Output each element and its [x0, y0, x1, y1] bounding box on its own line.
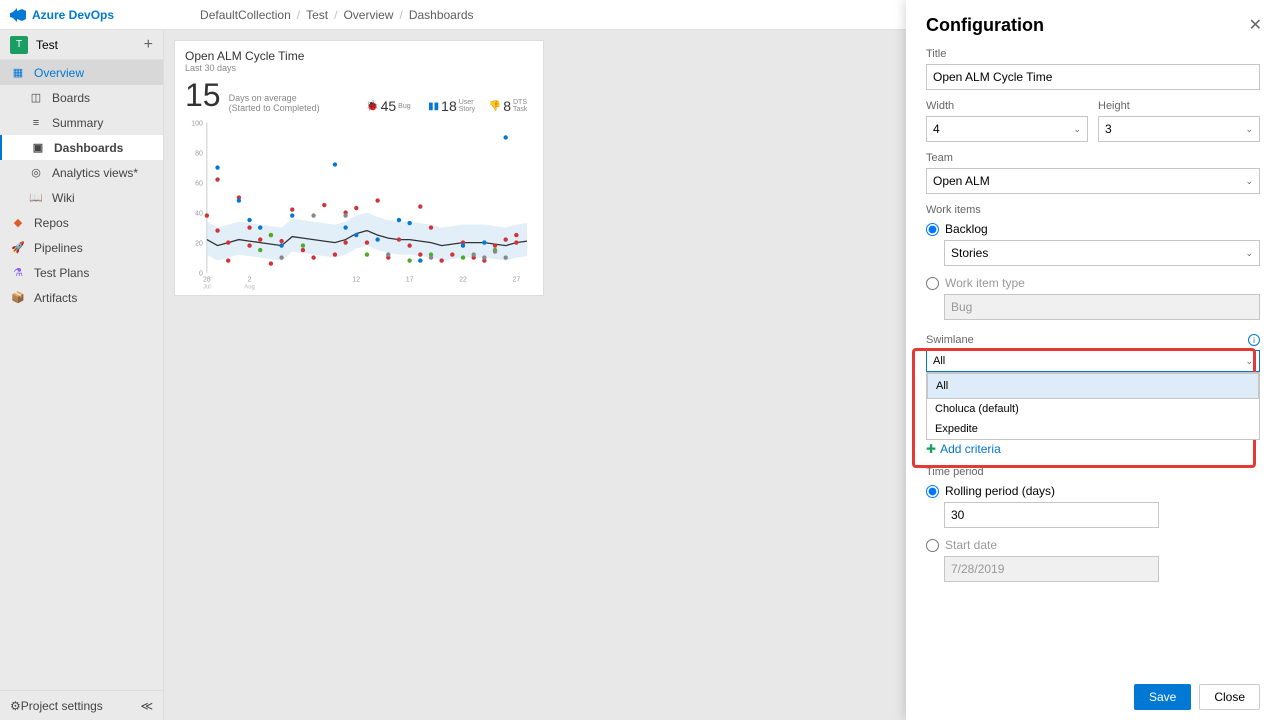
nav-wiki[interactable]: 📖Wiki [0, 185, 163, 210]
project-settings[interactable]: ⚙Project settings≪ [0, 690, 163, 720]
nav-dashboards[interactable]: ▣Dashboards [0, 135, 163, 160]
swimlane-select[interactable]: All⌄ [926, 350, 1260, 372]
add-icon[interactable]: + [144, 36, 153, 54]
svg-text:20: 20 [195, 241, 203, 248]
backlog-select[interactable]: Stories⌄ [944, 240, 1260, 266]
backlog-radio[interactable] [926, 223, 939, 236]
nav-repos[interactable]: ◆Repos [0, 210, 163, 235]
wit-select: Bug [944, 294, 1260, 320]
breadcrumb[interactable]: Overview [343, 8, 393, 22]
startdate-radio[interactable] [926, 539, 939, 552]
project-header[interactable]: T Test + [0, 30, 163, 60]
avg-days: 15 [185, 77, 221, 114]
config-panel: Configuration ✕ Title Width 4⌄ Height 3⌄… [906, 0, 1280, 720]
svg-text:100: 100 [191, 120, 203, 127]
svg-text:40: 40 [195, 211, 203, 218]
svg-text:2: 2 [248, 277, 252, 284]
nav-artifacts[interactable]: 📦Artifacts [0, 285, 163, 310]
svg-text:Jul: Jul [203, 285, 211, 291]
breadcrumb[interactable]: Test [306, 8, 328, 22]
left-nav: T Test + ▦Overview ◫Boards ≡Summary ▣Das… [0, 30, 164, 720]
collapse-icon[interactable]: ≪ [140, 699, 153, 713]
close-icon[interactable]: ✕ [1249, 15, 1262, 35]
swimlane-option[interactable]: Expedite [927, 419, 1259, 439]
svg-text:22: 22 [459, 277, 467, 284]
nav-overview[interactable]: ▦Overview [0, 60, 163, 85]
cycle-time-chart: 02040608010028Jul2Aug12172227 [185, 118, 533, 293]
nav-analytics[interactable]: ◎Analytics views* [0, 160, 163, 185]
widget-subtitle: Last 30 days [185, 63, 533, 73]
width-select[interactable]: 4⌄ [926, 116, 1088, 142]
widget-title: Open ALM Cycle Time [185, 49, 533, 63]
azure-devops-icon [10, 7, 26, 23]
cycle-time-widget[interactable]: Open ALM Cycle Time Last 30 days 15 Days… [174, 40, 544, 296]
swimlane-option[interactable]: All [927, 373, 1259, 399]
panel-title: Configuration [926, 15, 1260, 36]
svg-text:80: 80 [195, 150, 203, 157]
project-icon: T [10, 36, 28, 54]
wit-radio[interactable] [926, 277, 939, 290]
nav-boards[interactable]: ◫Boards [0, 85, 163, 110]
info-icon[interactable]: i [1248, 334, 1260, 346]
brand-label[interactable]: Azure DevOps [32, 8, 114, 22]
swimlane-dropdown: All Choluca (default) Expedite [926, 372, 1260, 440]
svg-text:Aug: Aug [244, 285, 255, 291]
nav-pipelines[interactable]: 🚀Pipelines [0, 235, 163, 260]
svg-text:17: 17 [406, 277, 414, 284]
save-button[interactable]: Save [1134, 684, 1191, 710]
svg-text:60: 60 [195, 181, 203, 188]
team-select[interactable]: Open ALM⌄ [926, 168, 1260, 194]
startdate-input: 7/28/2019 [944, 556, 1159, 582]
svg-text:27: 27 [512, 277, 520, 284]
breadcrumb[interactable]: DefaultCollection [200, 8, 291, 22]
add-criteria-link[interactable]: ✚Add criteria [926, 442, 1260, 456]
breadcrumb[interactable]: Dashboards [409, 8, 474, 22]
nav-testplans[interactable]: ⚗Test Plans [0, 260, 163, 285]
svg-text:12: 12 [352, 277, 360, 284]
swimlane-option[interactable]: Choluca (default) [927, 399, 1259, 419]
svg-text:28: 28 [203, 277, 211, 284]
height-select[interactable]: 3⌄ [1098, 116, 1260, 142]
nav-summary[interactable]: ≡Summary [0, 110, 163, 135]
title-input[interactable] [926, 64, 1260, 90]
project-name: Test [36, 38, 58, 52]
rolling-radio[interactable] [926, 485, 939, 498]
rolling-input[interactable] [944, 502, 1159, 528]
close-button[interactable]: Close [1199, 684, 1260, 710]
dashboard-canvas: Open ALM Cycle Time Last 30 days 15 Days… [164, 30, 906, 720]
